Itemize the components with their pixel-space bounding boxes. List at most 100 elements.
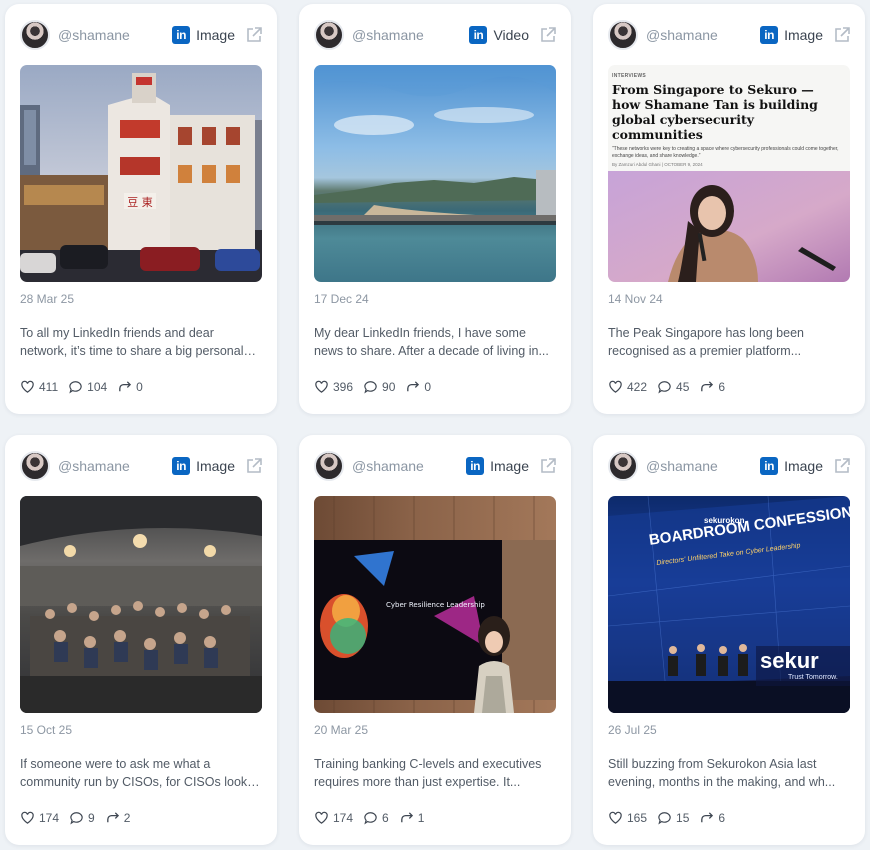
comment-icon <box>658 812 671 825</box>
post-stats: 174 9 2 <box>20 810 140 825</box>
post-excerpt: The Peak Singapore has long been recogni… <box>608 326 804 358</box>
share-icon <box>701 381 714 392</box>
media-type-label: Video <box>493 27 529 43</box>
likes-count: 396 <box>333 379 354 394</box>
linkedin-icon: in <box>469 26 488 44</box>
heart-icon <box>315 811 328 824</box>
post-card[interactable]: @shamane in Video 17 Dec 24 My dear Link… <box>299 4 571 414</box>
comments-count: 104 <box>87 379 108 394</box>
screen-title: Cyber Resilience Leadership <box>386 601 485 609</box>
stage-brand: sekur <box>760 648 819 673</box>
comments-stat: 45 <box>657 379 689 394</box>
post-card[interactable]: @shamane in Image INTERVIEWS From Singap… <box>593 4 865 414</box>
article-byline: By Zamzuri Abdul Ghani | OCTOBER 9, 2024 <box>612 162 703 167</box>
post-stats: 165 15 6 <box>608 810 735 825</box>
avatar <box>20 451 50 481</box>
comment-icon <box>70 812 83 825</box>
post-date: 17 Dec 24 <box>314 292 369 306</box>
comments-stat: 90 <box>363 379 395 394</box>
comment-icon <box>364 381 377 394</box>
shares-stat: 0 <box>117 379 143 394</box>
linkedin-icon: in <box>760 26 779 44</box>
post-stats: 396 90 0 <box>314 379 441 394</box>
author-handle[interactable]: @shamane <box>58 458 172 474</box>
avatar <box>314 451 344 481</box>
post-image[interactable] <box>20 496 262 713</box>
author-handle[interactable]: @shamane <box>646 27 760 43</box>
post-image[interactable]: Cyber Resilience Leadership <box>314 496 556 713</box>
avatar <box>608 451 638 481</box>
card-header: @shamane in Video <box>314 19 557 51</box>
article-headline: From Singapore to Sekuro — how Shamane T… <box>612 82 818 142</box>
share-icon <box>701 812 714 823</box>
shares-count: 6 <box>718 379 726 394</box>
author-handle[interactable]: @shamane <box>352 458 466 474</box>
linkedin-icon: in <box>760 457 779 475</box>
post-image[interactable]: 豆 東 <box>20 65 262 282</box>
shares-stat: 6 <box>699 379 725 394</box>
post-image[interactable]: sekurokon BOARDROOM CONFESSIONS Director… <box>608 496 850 713</box>
post-date: 20 Mar 25 <box>314 723 369 737</box>
comments-count: 45 <box>676 379 690 394</box>
post-date: 28 Mar 25 <box>20 292 75 306</box>
shares-count: 0 <box>424 379 432 394</box>
comment-icon <box>364 812 377 825</box>
post-excerpt: To all my LinkedIn friends and dear netw… <box>20 326 244 358</box>
card-header: @shamane in Image <box>314 450 557 482</box>
post-card[interactable]: @shamane in Image <box>5 435 277 845</box>
external-link-icon[interactable] <box>245 26 263 44</box>
card-header: @shamane in Image <box>608 450 851 482</box>
likes-stat: 174 <box>314 810 353 825</box>
article-quote: “These networks were key to creating a s… <box>612 146 839 159</box>
media-type-label: Image <box>196 458 235 474</box>
avatar <box>608 20 638 50</box>
post-image[interactable]: INTERVIEWS From Singapore to Sekuro — ho… <box>608 65 850 282</box>
post-stats: 422 45 6 <box>608 379 735 394</box>
comments-count: 6 <box>382 810 389 825</box>
author-handle[interactable]: @shamane <box>646 458 760 474</box>
media-type-label: Image <box>490 458 529 474</box>
likes-count: 411 <box>39 379 59 394</box>
article-kicker: INTERVIEWS <box>612 73 647 79</box>
external-link-icon[interactable] <box>539 26 557 44</box>
post-card[interactable]: @shamane in Image <box>593 435 865 845</box>
shares-count: 1 <box>417 810 425 825</box>
shares-stat: 0 <box>405 379 431 394</box>
avatar <box>314 20 344 50</box>
shares-count: 2 <box>123 810 131 825</box>
post-video-thumbnail[interactable] <box>314 65 556 282</box>
card-header: @shamane in Image <box>20 450 263 482</box>
likes-count: 165 <box>627 810 648 825</box>
media-type-label: Image <box>196 27 235 43</box>
likes-stat: 411 <box>20 379 58 394</box>
share-icon <box>407 381 420 392</box>
post-card[interactable]: @shamane in Image 豆 東 28 Mar 25 To all m… <box>5 4 277 414</box>
author-handle[interactable]: @shamane <box>58 27 172 43</box>
post-stats: 411 104 0 <box>20 379 153 394</box>
shares-stat: 1 <box>399 810 425 825</box>
posts-grid: @shamane in Image 豆 東 28 Mar 25 To all m… <box>5 4 865 845</box>
heart-icon <box>21 380 34 393</box>
card-header: @shamane in Image <box>608 19 851 51</box>
linkedin-icon: in <box>172 457 191 475</box>
heart-icon <box>315 380 328 393</box>
likes-stat: 174 <box>20 810 59 825</box>
shares-stat: 2 <box>105 810 131 825</box>
linkedin-icon: in <box>172 26 191 44</box>
media-type-label: Image <box>784 27 823 43</box>
post-excerpt: If someone were to ask me what a communi… <box>20 757 254 789</box>
svg-text:豆 東: 豆 東 <box>127 196 153 209</box>
share-icon <box>119 381 132 392</box>
share-icon <box>106 812 119 823</box>
comment-icon <box>658 381 671 394</box>
post-excerpt: My dear LinkedIn friends, I have some ne… <box>314 326 549 358</box>
author-handle[interactable]: @shamane <box>352 27 469 43</box>
shares-stat: 6 <box>699 810 725 825</box>
external-link-icon[interactable] <box>833 26 851 44</box>
likes-stat: 396 <box>314 379 353 394</box>
post-card[interactable]: @shamane in Image <box>299 435 571 845</box>
external-link-icon[interactable] <box>833 457 851 475</box>
external-link-icon[interactable] <box>245 457 263 475</box>
external-link-icon[interactable] <box>539 457 557 475</box>
likes-count: 422 <box>627 379 648 394</box>
